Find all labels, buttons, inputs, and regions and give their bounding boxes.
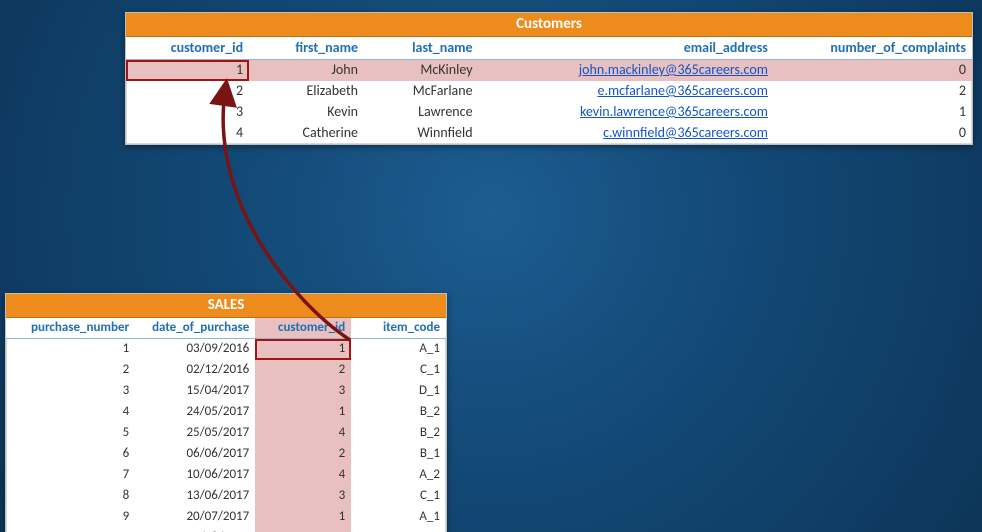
- cell-customer-id-fk: 2: [255, 360, 351, 381]
- cell-item-code: C_1: [351, 486, 446, 507]
- cell-date: 24/05/2017: [135, 402, 255, 423]
- col-complaints: number_of_complaints: [774, 37, 972, 60]
- cell-purchase-number: 10: [6, 528, 135, 532]
- cell-customer-id: 1: [126, 60, 249, 82]
- table-row: 1JohnMcKinleyjohn.mackinley@365careers.c…: [126, 60, 972, 82]
- cell-customer-id: 3: [126, 102, 249, 123]
- table-row: 424/05/20171B_2: [6, 402, 446, 423]
- table-row: 920/07/20171A_1: [6, 507, 446, 528]
- cell-customer-id-fk: 1: [255, 339, 351, 361]
- table-row: 525/05/20174B_2: [6, 423, 446, 444]
- col-customer-id: customer_id: [126, 37, 249, 60]
- cell-last-name: McKinley: [364, 60, 479, 82]
- cell-date: 11/08/2017: [135, 528, 255, 532]
- customers-table-panel: Customers customer_id first_name last_na…: [125, 12, 973, 145]
- cell-email[interactable]: c.winnfield@365careers.com: [479, 123, 774, 144]
- col-item-code: item_code: [351, 318, 446, 339]
- table-row: 710/06/20174A_2: [6, 465, 446, 486]
- cell-date: 06/06/2017: [135, 444, 255, 465]
- cell-customer-id-fk: 2: [255, 444, 351, 465]
- cell-customer-id: 2: [126, 81, 249, 102]
- col-last-name: last_name: [364, 37, 479, 60]
- cell-complaints: 2: [774, 81, 972, 102]
- cell-customer-id-fk: 3: [255, 486, 351, 507]
- table-row: 2ElizabethMcFarlanee.mcfarlane@365career…: [126, 81, 972, 102]
- col-customer-id-fk: customer_id: [255, 318, 351, 339]
- cell-date: 25/05/2017: [135, 423, 255, 444]
- cell-purchase-number: 2: [6, 360, 135, 381]
- cell-email[interactable]: e.mcfarlane@365careers.com: [479, 81, 774, 102]
- cell-purchase-number: 7: [6, 465, 135, 486]
- col-purchase-number: purchase_number: [6, 318, 135, 339]
- table-row: 1011/08/20172A_1: [6, 528, 446, 532]
- cell-customer-id-fk: 1: [255, 402, 351, 423]
- table-row: 202/12/20162C_1: [6, 360, 446, 381]
- cell-purchase-number: 9: [6, 507, 135, 528]
- cell-email[interactable]: kevin.lawrence@365careers.com: [479, 102, 774, 123]
- cell-first-name: Catherine: [249, 123, 364, 144]
- cell-customer-id-fk: 2: [255, 528, 351, 532]
- cell-item-code: C_1: [351, 360, 446, 381]
- sales-title: SALES: [6, 294, 446, 318]
- table-row: 606/06/20172B_1: [6, 444, 446, 465]
- table-row: 315/04/20173D_1: [6, 381, 446, 402]
- cell-item-code: A_1: [351, 528, 446, 532]
- col-first-name: first_name: [249, 37, 364, 60]
- cell-purchase-number: 4: [6, 402, 135, 423]
- customers-title: Customers: [126, 13, 972, 37]
- cell-item-code: B_2: [351, 423, 446, 444]
- sales-header-row: purchase_number date_of_purchase custome…: [6, 318, 446, 339]
- cell-customer-id-fk: 3: [255, 381, 351, 402]
- cell-customer-id-fk: 4: [255, 423, 351, 444]
- cell-date: 13/06/2017: [135, 486, 255, 507]
- cell-item-code: D_1: [351, 381, 446, 402]
- cell-date: 20/07/2017: [135, 507, 255, 528]
- cell-purchase-number: 8: [6, 486, 135, 507]
- table-row: 3KevinLawrencekevin.lawrence@365careers.…: [126, 102, 972, 123]
- cell-item-code: A_1: [351, 339, 446, 361]
- cell-last-name: Lawrence: [364, 102, 479, 123]
- cell-last-name: McFarlane: [364, 81, 479, 102]
- table-row: 103/09/20161A_1: [6, 339, 446, 361]
- col-email: email_address: [479, 37, 774, 60]
- cell-complaints: 0: [774, 60, 972, 82]
- cell-customer-id: 4: [126, 123, 249, 144]
- cell-item-code: B_1: [351, 444, 446, 465]
- cell-purchase-number: 3: [6, 381, 135, 402]
- cell-first-name: John: [249, 60, 364, 82]
- cell-complaints: 1: [774, 102, 972, 123]
- cell-customer-id-fk: 4: [255, 465, 351, 486]
- customers-table: customer_id first_name last_name email_a…: [126, 37, 972, 144]
- cell-last-name: Winnfield: [364, 123, 479, 144]
- cell-complaints: 0: [774, 123, 972, 144]
- cell-purchase-number: 5: [6, 423, 135, 444]
- cell-purchase-number: 6: [6, 444, 135, 465]
- cell-first-name: Kevin: [249, 102, 364, 123]
- cell-item-code: A_2: [351, 465, 446, 486]
- sales-table: purchase_number date_of_purchase custome…: [6, 318, 446, 532]
- customers-header-row: customer_id first_name last_name email_a…: [126, 37, 972, 60]
- cell-purchase-number: 1: [6, 339, 135, 361]
- cell-email[interactable]: john.mackinley@365careers.com: [479, 60, 774, 82]
- table-row: 4CatherineWinnfieldc.winnfield@365career…: [126, 123, 972, 144]
- table-row: 813/06/20173C_1: [6, 486, 446, 507]
- cell-first-name: Elizabeth: [249, 81, 364, 102]
- cell-customer-id-fk: 1: [255, 507, 351, 528]
- cell-date: 02/12/2016: [135, 360, 255, 381]
- col-date-purchase: date_of_purchase: [135, 318, 255, 339]
- sales-table-panel: SALES purchase_number date_of_purchase c…: [5, 293, 447, 532]
- cell-date: 03/09/2016: [135, 339, 255, 361]
- cell-date: 15/04/2017: [135, 381, 255, 402]
- cell-item-code: A_1: [351, 507, 446, 528]
- cell-date: 10/06/2017: [135, 465, 255, 486]
- cell-item-code: B_2: [351, 402, 446, 423]
